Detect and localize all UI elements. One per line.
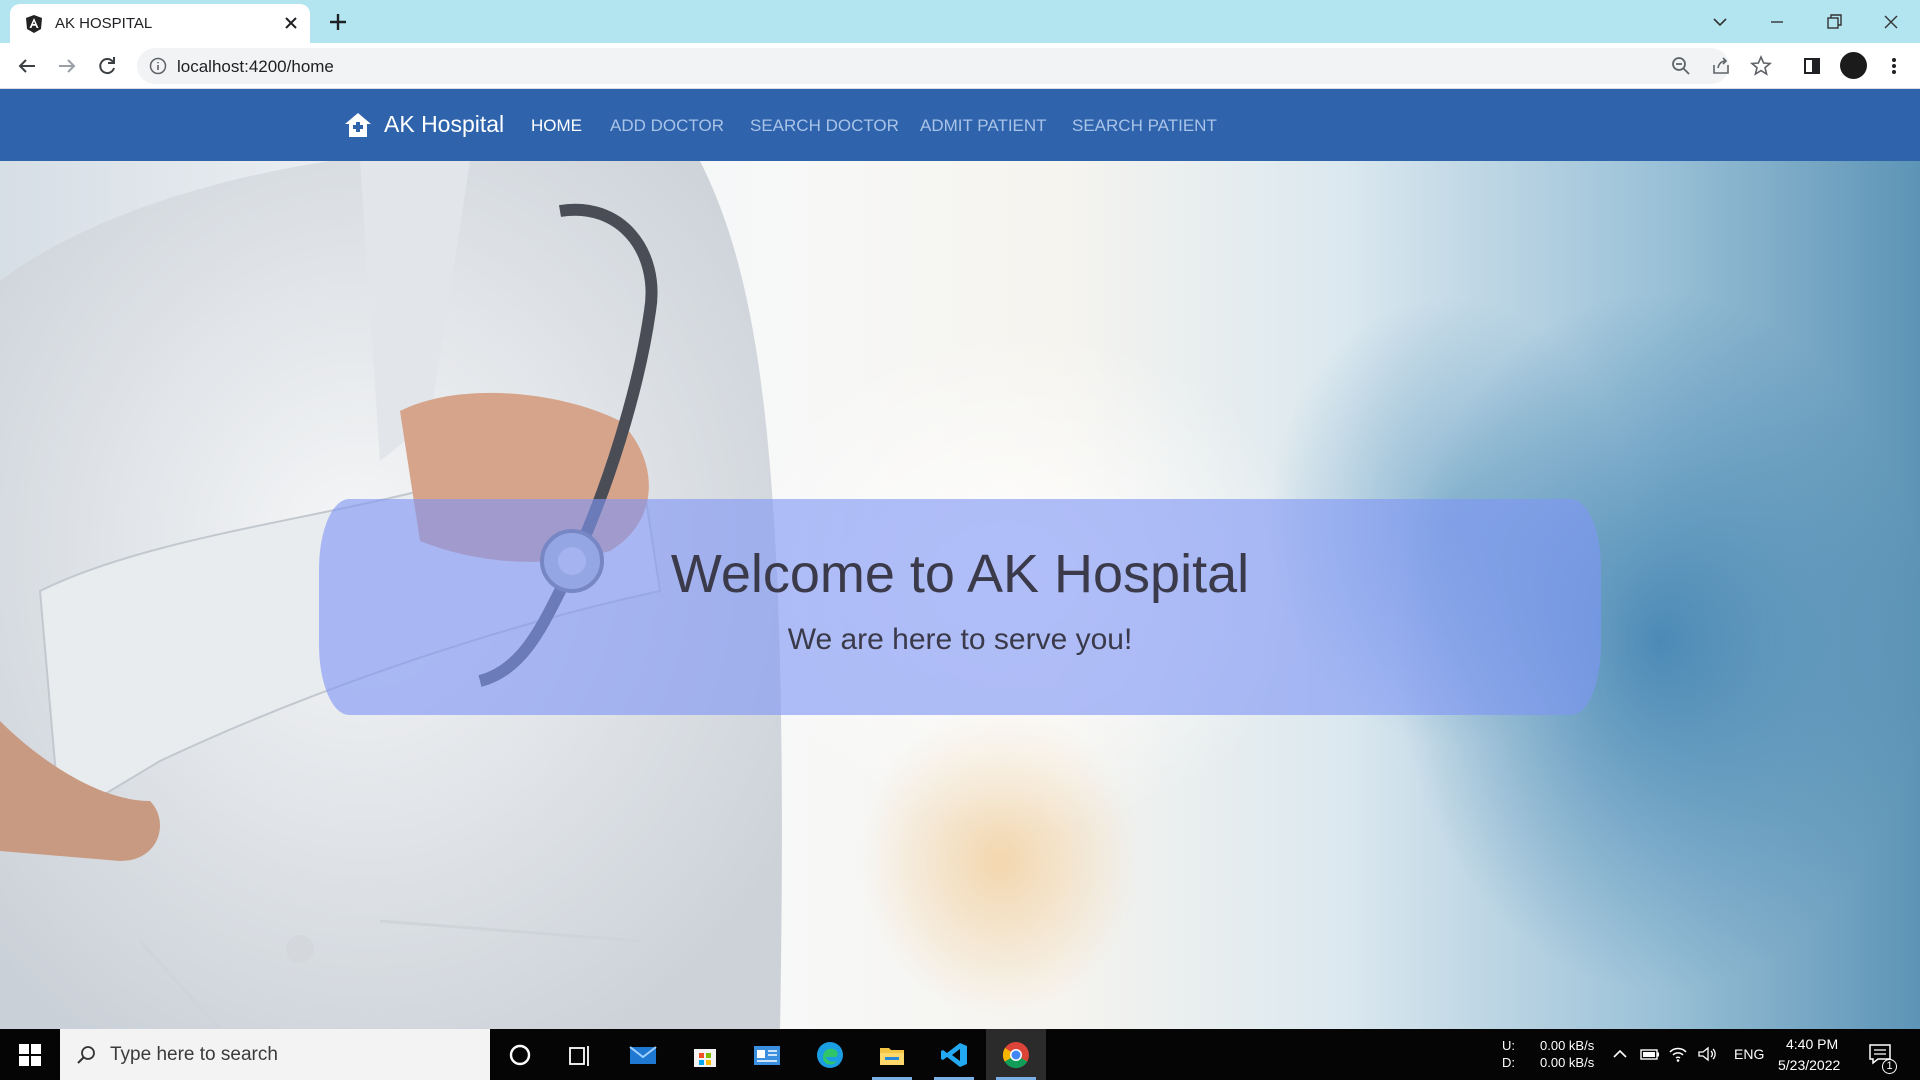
more-menu-icon[interactable] xyxy=(1880,52,1908,80)
zoom-icon[interactable] xyxy=(1669,54,1693,78)
nav-search-patient[interactable]: SEARCH PATIENT xyxy=(1072,116,1217,136)
restore-icon[interactable] xyxy=(1820,8,1848,36)
task-view-button[interactable] xyxy=(550,1029,610,1080)
search-icon xyxy=(77,1046,95,1064)
net-download-speed: 0.00 kB/s xyxy=(1540,1055,1595,1070)
forward-arrow-icon[interactable] xyxy=(53,52,81,80)
close-tab-icon[interactable] xyxy=(280,12,302,34)
share-icon[interactable] xyxy=(1709,54,1733,78)
hero-background: Welcome to AK Hospital We are here to se… xyxy=(0,161,1920,1029)
news-icon xyxy=(754,1046,780,1065)
angular-logo-icon xyxy=(26,15,42,33)
vscode-app[interactable] xyxy=(924,1029,984,1080)
store-icon xyxy=(694,1049,716,1067)
reload-icon[interactable] xyxy=(93,52,121,80)
mail-app[interactable] xyxy=(613,1029,673,1080)
hospital-house-icon xyxy=(345,113,371,137)
language-indicator[interactable]: ENG xyxy=(1734,1046,1764,1062)
volume-icon[interactable] xyxy=(1697,1044,1717,1064)
search-placeholder: Type here to search xyxy=(110,1044,278,1065)
site-info-icon[interactable] xyxy=(149,57,167,75)
clock-date[interactable]: 5/23/2022 xyxy=(1778,1057,1840,1073)
brand-name: AK Hospital xyxy=(384,111,505,137)
windows-taskbar: Type here to search U: D: 0.00 kB/s 0.00… xyxy=(0,1029,1920,1080)
nav-add-doctor[interactable]: ADD DOCTOR xyxy=(610,116,724,136)
cortana-icon xyxy=(509,1044,531,1066)
wifi-icon[interactable] xyxy=(1668,1044,1688,1064)
news-app[interactable] xyxy=(737,1029,797,1080)
welcome-title: Welcome to AK Hospital xyxy=(670,544,1250,604)
back-arrow-icon[interactable] xyxy=(13,52,41,80)
task-view-icon xyxy=(569,1046,589,1066)
nav-search-doctor[interactable]: SEARCH DOCTOR xyxy=(750,116,899,136)
nav-admit-patient[interactable]: ADMIT PATIENT xyxy=(920,116,1047,136)
edge-icon xyxy=(817,1042,843,1068)
new-tab-icon[interactable] xyxy=(326,10,350,34)
bookmark-star-icon[interactable] xyxy=(1749,54,1773,78)
mail-icon xyxy=(629,1046,657,1064)
show-hidden-icons-chevron-icon[interactable] xyxy=(1610,1044,1630,1064)
cortana-button[interactable] xyxy=(490,1029,550,1080)
browser-tab[interactable]: AK HOSPITAL xyxy=(10,4,310,43)
address-bar[interactable]: localhost:4200/home xyxy=(137,48,1773,84)
close-window-icon[interactable] xyxy=(1877,8,1905,36)
page-viewport: AK Hospital HOME ADD DOCTOR SEARCH DOCTO… xyxy=(0,89,1920,1029)
file-explorer-app[interactable] xyxy=(862,1029,922,1080)
battery-icon[interactable] xyxy=(1640,1044,1660,1064)
profile-avatar[interactable] xyxy=(1840,52,1867,79)
tab-title: AK HOSPITAL xyxy=(55,15,153,32)
edge-app[interactable] xyxy=(800,1029,860,1080)
browser-tab-strip: AK HOSPITAL xyxy=(0,0,1920,43)
file-explorer-icon xyxy=(880,1048,904,1065)
welcome-subtitle: We are here to serve you! xyxy=(787,623,1133,656)
notification-count-badge: 1 xyxy=(1882,1059,1897,1074)
url-text[interactable]: localhost:4200/home xyxy=(177,57,334,77)
welcome-banner: Welcome to AK Hospital We are here to se… xyxy=(319,499,1601,715)
chrome-app[interactable] xyxy=(986,1029,1046,1080)
minimize-icon[interactable] xyxy=(1763,8,1791,36)
start-button[interactable] xyxy=(0,1029,60,1080)
chrome-icon xyxy=(1002,1042,1029,1069)
net-download-label: D: xyxy=(1502,1055,1515,1070)
clock-time[interactable]: 4:40 PM xyxy=(1786,1036,1838,1052)
net-upload-label: U: xyxy=(1502,1038,1515,1053)
windows-logo-icon xyxy=(19,1044,41,1066)
nav-home[interactable]: HOME xyxy=(531,116,582,136)
side-panel-icon[interactable] xyxy=(1798,52,1826,80)
vscode-icon xyxy=(941,1043,967,1067)
top-navbar: AK Hospital HOME ADD DOCTOR SEARCH DOCTO… xyxy=(0,89,1920,161)
browser-toolbar: localhost:4200/home xyxy=(0,43,1920,89)
tab-search-chevron-icon[interactable] xyxy=(1706,8,1734,36)
store-app[interactable] xyxy=(675,1029,735,1080)
net-upload-speed: 0.00 kB/s xyxy=(1540,1038,1595,1053)
taskbar-search-box[interactable]: Type here to search xyxy=(60,1029,490,1080)
